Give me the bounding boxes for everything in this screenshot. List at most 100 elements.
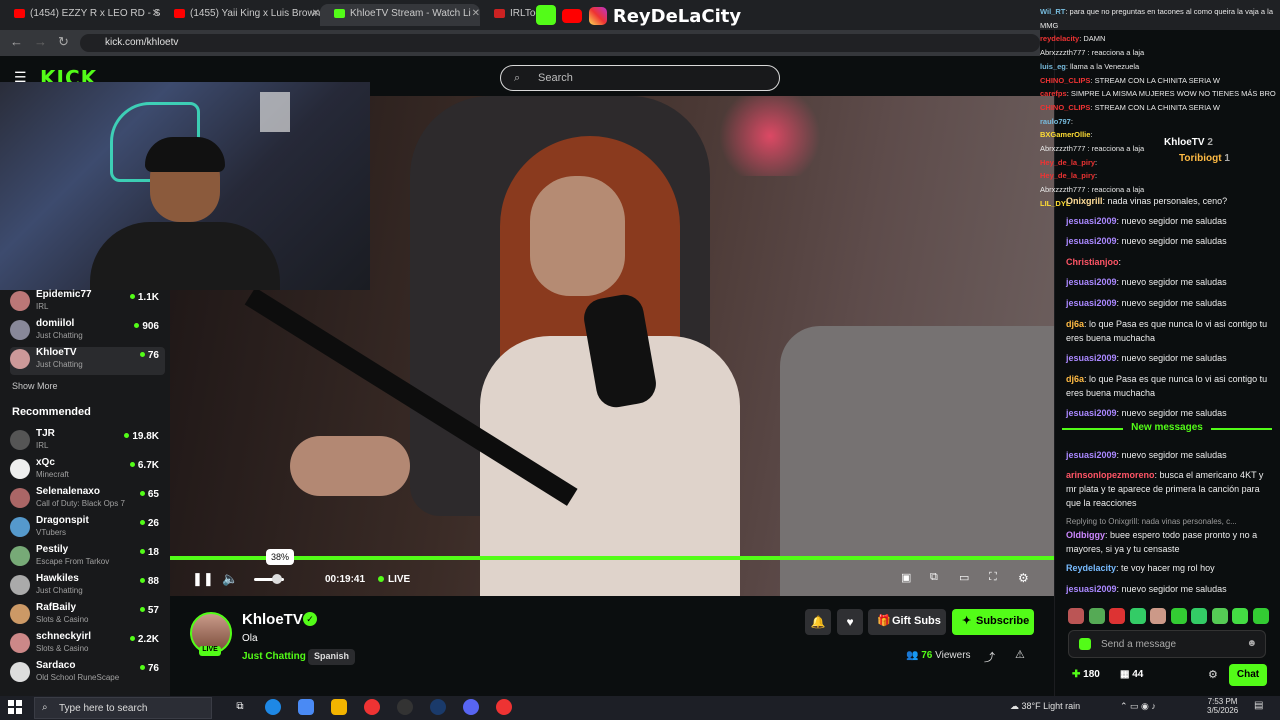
sidebar-channel-epidemic77[interactable]: Epidemic77 IRL 1.1K xyxy=(10,289,165,317)
chat-username[interactable]: Onixgrill xyxy=(1066,196,1103,206)
clip-icon[interactable]: ⧉ xyxy=(930,571,938,584)
channel-points[interactable]: ✚ 180 xyxy=(1072,669,1100,680)
browser-tab-4[interactable]: IRLTool xyxy=(480,4,540,26)
close-tab-icon[interactable]: ✕ xyxy=(152,8,160,19)
show-more-link[interactable]: Show More xyxy=(12,381,58,391)
emote-quick-icon[interactable] xyxy=(1109,608,1125,624)
sidebar-channel-rafbaily[interactable]: RafBaily Slots & Casino 57 xyxy=(10,602,165,630)
emote-quick-icon[interactable] xyxy=(1252,608,1269,624)
sidebar-channel-xqc[interactable]: xQc Minecraft 6.7K xyxy=(10,457,165,485)
chat-username[interactable]: Oldbiggy xyxy=(1066,530,1105,540)
channel-category: IRL xyxy=(36,302,49,311)
chat-message: jesuasi2009: nuevo segidor me saludas xyxy=(1066,234,1276,248)
obs-icon[interactable] xyxy=(397,699,413,715)
emoji-icon[interactable]: ☻ xyxy=(1246,638,1257,649)
chat-send-button[interactable]: Chat xyxy=(1229,664,1267,686)
sidebar-channel-sardaco[interactable]: Sardaco Old School RuneScape 76 xyxy=(10,660,165,688)
sidebar-channel-dragonspit[interactable]: Dragonspit VTubers 26 xyxy=(10,515,165,543)
chat-username[interactable]: jesuasi2009 xyxy=(1066,277,1117,287)
weather-widget[interactable]: ☁ 38°F Light rain xyxy=(1010,701,1080,712)
chrome-icon[interactable] xyxy=(364,699,380,715)
youtube-icon xyxy=(562,9,583,23)
chat-username[interactable]: jesuasi2009 xyxy=(1066,298,1117,308)
close-tab-icon[interactable]: ✕ xyxy=(312,8,320,19)
subscribe-button[interactable]: ✦ Subscribe xyxy=(952,609,1034,635)
pause-button[interactable]: ❚❚ xyxy=(192,571,214,587)
system-tray-icons[interactable]: ⌃ ▭ ◉ ♪ xyxy=(1120,701,1156,712)
overlay-chat-user: CHINO_CLIPS xyxy=(1040,102,1091,112)
chat-username[interactable]: Christianjoo xyxy=(1066,257,1119,267)
volume-icon[interactable]: 🔈 xyxy=(222,571,238,587)
emote-quick-icon[interactable] xyxy=(1232,608,1248,624)
back-icon[interactable]: ← xyxy=(10,34,23,49)
follow-heart-button[interactable]: ♥ xyxy=(837,609,863,635)
notification-icon[interactable]: ▤ xyxy=(1254,700,1263,711)
report-icon[interactable]: ⚠ xyxy=(1015,648,1025,661)
chat-message-input[interactable]: Send a message ☻ xyxy=(1068,630,1266,658)
photos-icon[interactable] xyxy=(298,699,314,715)
language-tag[interactable]: Spanish xyxy=(308,649,356,665)
points-icon: ✚ xyxy=(1072,669,1084,680)
steam-icon[interactable] xyxy=(430,699,446,715)
emote-quick-icon[interactable] xyxy=(1211,608,1228,624)
live-progress-bar[interactable] xyxy=(170,556,1054,560)
browser-tab-active[interactable]: KhloeTV Stream - Watch Li ✕ xyxy=(320,4,480,26)
chat-username[interactable]: Reydelacity xyxy=(1066,563,1116,573)
chat-message: Oldbiggy: buee espero todo pase pronto y… xyxy=(1066,528,1276,556)
emote-quick-icon[interactable] xyxy=(1088,608,1105,624)
theater-mode-icon[interactable]: ▭ xyxy=(959,571,969,584)
chat-text: : nuevo segidor me saludas xyxy=(1116,353,1227,363)
emote-quick-icon[interactable] xyxy=(1191,608,1207,624)
stream-category[interactable]: Just Chatting xyxy=(242,651,306,662)
emote-quick-icon[interactable] xyxy=(1150,608,1166,624)
notification-bell-button[interactable]: 🔔 xyxy=(805,609,831,635)
emote-quick-icon[interactable] xyxy=(1170,608,1187,624)
close-tab-icon[interactable]: ✕ xyxy=(472,8,480,19)
reload-icon[interactable]: ↻ xyxy=(58,34,69,50)
edge-icon[interactable] xyxy=(265,699,281,715)
chat-username[interactable]: dj6a xyxy=(1066,319,1084,329)
forward-icon[interactable]: → xyxy=(34,34,47,49)
pip-icon[interactable]: ▣ xyxy=(901,571,911,584)
new-messages-divider[interactable]: New messages xyxy=(1062,422,1272,440)
sidebar-channel-selenalenaxo[interactable]: Selenalenaxo Call of Duty: Black Ops 7 65 xyxy=(10,486,165,514)
chat-username[interactable]: jesuasi2009 xyxy=(1066,584,1117,594)
task-view-icon[interactable]: ⧉ xyxy=(232,699,248,715)
sidebar-channel-pestily[interactable]: Pestily Escape From Tarkov 18 xyxy=(10,544,165,572)
browser-tab-1[interactable]: (1454) EZZY R x LEO RD - SE D✕ xyxy=(0,4,160,26)
chat-username[interactable]: jesuasi2009 xyxy=(1066,216,1117,226)
emote-quick-icon[interactable] xyxy=(1129,608,1146,624)
chat-username[interactable]: arinsonlopezmoreno xyxy=(1066,470,1155,480)
sidebar-channel-tjr[interactable]: TJR IRL 19.8K xyxy=(10,428,165,456)
sidebar-channel-domiilol[interactable]: domiilol Just Chatting 906 xyxy=(10,318,165,346)
channel-name[interactable]: KhloeTV xyxy=(242,611,303,628)
file-explorer-icon[interactable] xyxy=(331,699,347,715)
streamer-webcam xyxy=(0,82,370,290)
chat-username[interactable]: jesuasi2009 xyxy=(1066,450,1117,460)
chat-settings-icon[interactable]: ⚙ xyxy=(1208,668,1218,681)
emote-picker-icon[interactable] xyxy=(1079,638,1091,650)
emote-quick-icon[interactable] xyxy=(1068,608,1084,624)
chat-username[interactable]: jesuasi2009 xyxy=(1066,353,1117,363)
chat-username[interactable]: jesuasi2009 xyxy=(1066,236,1117,246)
gift-subs-button[interactable]: 🎁 Gift Subs xyxy=(868,609,946,635)
url-field[interactable]: kick.com/khloetv xyxy=(80,34,1040,52)
fullscreen-icon[interactable]: ⛶ xyxy=(989,571,997,584)
sidebar-channel-schneckyirl[interactable]: schneckyirl Slots & Casino 2.2K xyxy=(10,631,165,659)
gift-counter[interactable]: ▦ 44 xyxy=(1120,669,1143,680)
chat-username[interactable]: jesuasi2009 xyxy=(1066,408,1117,418)
chrome-active-icon[interactable] xyxy=(496,699,512,715)
discord-icon[interactable] xyxy=(463,699,479,715)
sidebar-channel-hawkiles[interactable]: Hawkiles Just Chatting 88 xyxy=(10,573,165,601)
taskbar-search-input[interactable]: ⌕ Type here to search xyxy=(34,697,212,719)
volume-knob[interactable] xyxy=(271,574,282,584)
chat-message: Reydelacity: te voy hacer mg rol hoy xyxy=(1066,561,1276,575)
browser-tab-2[interactable]: (1455) Yaii King x Luis Brown - T✕ xyxy=(160,4,320,26)
settings-gear-icon[interactable]: ⚙ xyxy=(1018,571,1029,585)
windows-start-icon[interactable] xyxy=(8,700,22,714)
clock[interactable]: 7:53 PM 3/5/2026 xyxy=(1207,697,1238,715)
chat-username[interactable]: dj6a xyxy=(1066,374,1084,384)
share-icon[interactable]: ⤴ xyxy=(984,649,995,665)
search-input[interactable]: ⌕ Search xyxy=(500,65,780,91)
sidebar-channel-khloetv[interactable]: KhloeTV Just Chatting 76 xyxy=(10,347,165,375)
